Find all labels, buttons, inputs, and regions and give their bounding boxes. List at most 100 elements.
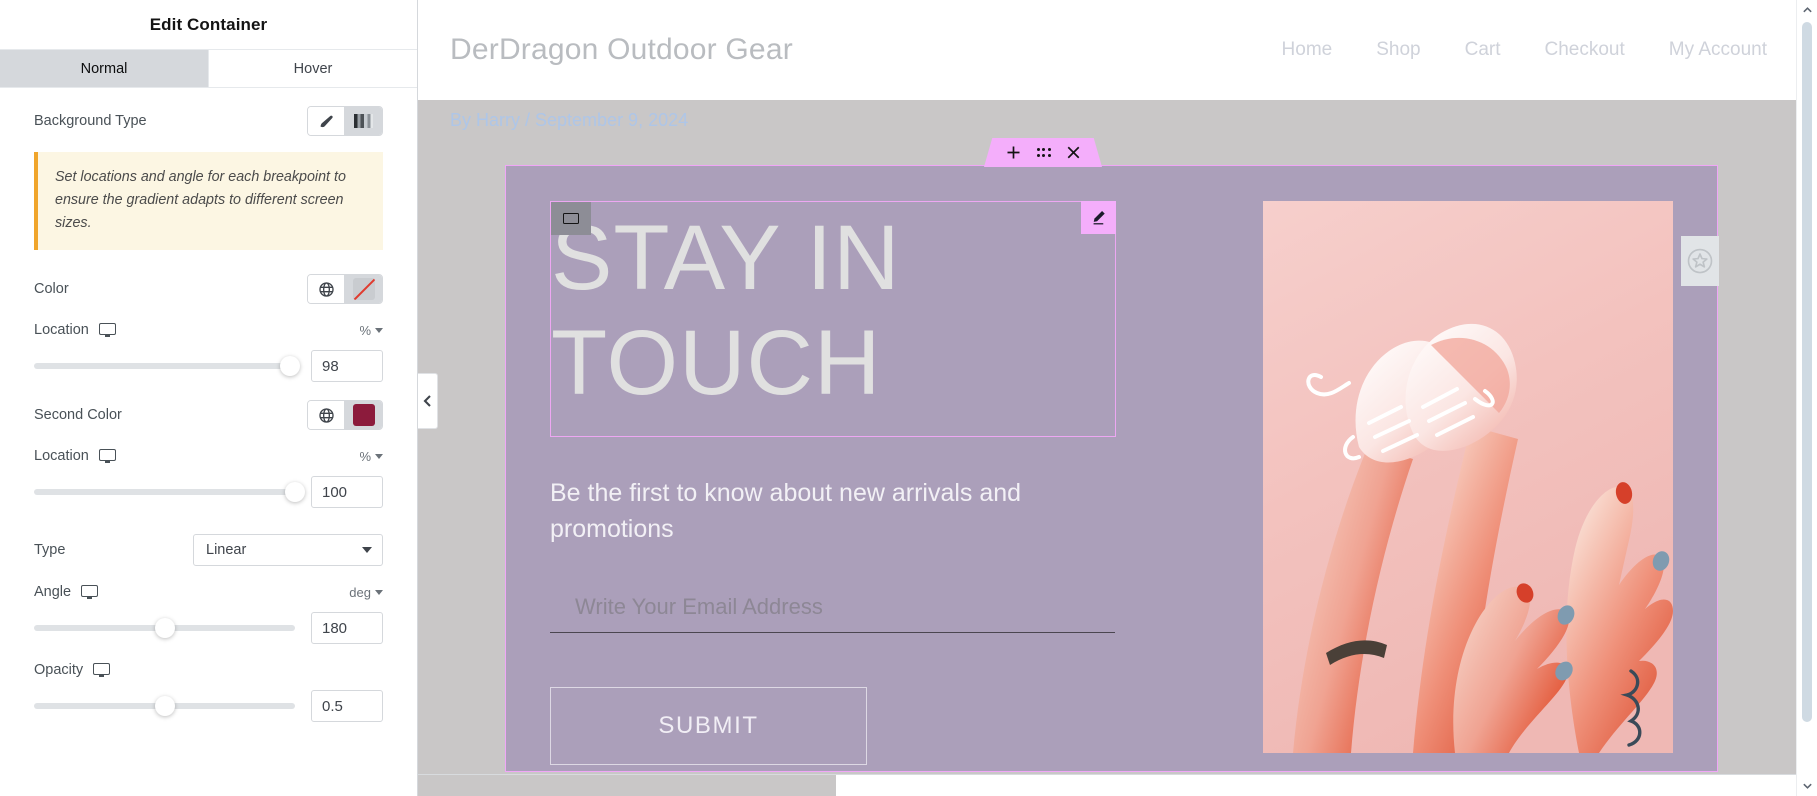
desktop-icon[interactable] (93, 662, 111, 678)
second-color-location-unit-selector[interactable]: % (359, 449, 383, 464)
panel-collapse-handle[interactable] (418, 373, 438, 429)
selected-container[interactable]: STAY IN TOUCH Be the first to know about… (505, 138, 1718, 772)
desktop-icon[interactable] (98, 448, 116, 464)
drag-handle-icon (1036, 146, 1051, 159)
gradient-notice: Set locations and angle for each breakpo… (34, 152, 383, 251)
email-input[interactable]: Write Your Email Address (550, 588, 1115, 633)
angle-input[interactable]: 180 (311, 612, 383, 645)
slider-knob[interactable] (154, 618, 175, 639)
subtitle-text: Be the first to know about new arrivals … (550, 479, 1022, 544)
angle-label-text: Angle (34, 584, 72, 601)
editor-stage: STAY IN TOUCH Be the first to know about… (418, 138, 1817, 796)
opacity-input[interactable]: 0.5 (311, 690, 383, 723)
gradient-type-select[interactable]: Linear (193, 534, 383, 567)
tab-normal[interactable]: Normal (0, 50, 209, 87)
paintbrush-icon (320, 115, 333, 127)
nav-link-my-account[interactable]: My Account (1669, 39, 1767, 61)
angle-unit-selector[interactable]: deg (349, 585, 383, 600)
color-location-input[interactable]: 98 (311, 350, 383, 383)
color-label: Color (34, 281, 69, 298)
nav-link-cart[interactable]: Cart (1465, 39, 1501, 61)
submit-button[interactable]: SUBMIT (550, 686, 867, 765)
close-icon (1067, 146, 1079, 159)
color-global-button[interactable] (308, 275, 345, 304)
color-picker-group (307, 274, 383, 305)
preview-vertical-scrollbar[interactable] (1796, 0, 1817, 796)
globe-icon (318, 408, 334, 423)
container-rect-icon (563, 213, 579, 224)
nav-link-home[interactable]: Home (1282, 39, 1333, 61)
site-logo[interactable]: DerDragon Outdoor Gear (450, 33, 793, 67)
opacity-label: Opacity (34, 662, 111, 679)
drag-handle-button[interactable] (1036, 146, 1051, 159)
control-color-location: Location % (34, 304, 383, 338)
angle-slider-row: 180 (34, 612, 383, 645)
panel-title: Edit Container (149, 14, 268, 34)
color-location-label: Location (34, 322, 116, 338)
second-color-location-input[interactable]: 100 (311, 476, 383, 509)
background-type-gradient-button[interactable] (345, 107, 382, 135)
chevron-down-icon (375, 589, 383, 595)
scroll-up-button[interactable] (1797, 0, 1817, 20)
desktop-icon[interactable] (98, 322, 116, 338)
color-location-slider[interactable] (34, 356, 300, 377)
opacity-slider-row: 0.5 (34, 690, 383, 723)
slider-track (34, 489, 295, 496)
desktop-icon[interactable] (81, 584, 99, 600)
background-type-label: Background Type (34, 113, 147, 129)
email-input-placeholder: Write Your Email Address (575, 593, 823, 619)
control-second-color-location: Location % (34, 430, 383, 464)
sneakers-photo-illustration (1263, 201, 1673, 753)
heading-text: STAY IN TOUCH (551, 207, 901, 414)
chevron-down-icon (1802, 783, 1812, 789)
close-container-button[interactable] (1066, 145, 1081, 160)
add-element-button[interactable] (1006, 145, 1021, 160)
angle-slider[interactable] (34, 618, 295, 639)
widget-type-badge (551, 202, 591, 235)
gradient-bars-icon (354, 114, 373, 128)
preview-bottom-divider (418, 774, 1796, 775)
second-color-label: Second Color (34, 407, 122, 424)
nav-link-checkout[interactable]: Checkout (1545, 39, 1625, 61)
heading-widget[interactable]: STAY IN TOUCH (550, 201, 1116, 437)
chevron-down-icon (375, 453, 383, 459)
second-color-location-label: Location (34, 448, 116, 464)
color-swatch-button[interactable] (345, 275, 382, 304)
favorites-tab[interactable] (1681, 236, 1719, 286)
control-second-color: Second Color (34, 382, 383, 431)
color-location-slider-row: 98 (34, 350, 383, 383)
slider-knob[interactable] (154, 696, 175, 717)
opacity-slider[interactable] (34, 696, 295, 717)
gradient-notice-text: Set locations and angle for each breakpo… (55, 169, 346, 232)
scrollbar-thumb[interactable] (1802, 22, 1812, 722)
second-color-picker-group (307, 400, 383, 431)
second-color-swatch-button[interactable] (345, 401, 382, 430)
second-color-location-slider[interactable] (34, 482, 305, 503)
post-byline: By Harry / September 9, 2024 (450, 109, 689, 130)
edit-heading-button[interactable] (1081, 201, 1116, 234)
container-right-column (1156, 201, 1673, 753)
color-swatch-none-icon (352, 278, 375, 301)
panel-tabs: Normal Hover (0, 50, 417, 88)
pencil-edit-icon (1093, 210, 1105, 225)
background-type-classic-button[interactable] (308, 107, 345, 135)
site-header: DerDragon Outdoor Gear Home Shop Cart Ch… (418, 0, 1817, 100)
color-location-unit-selector[interactable]: % (359, 323, 383, 338)
second-color-location-slider-row: 100 (34, 476, 383, 509)
editor-panel: Edit Container Normal Hover Background T… (0, 0, 418, 796)
nav-link-shop[interactable]: Shop (1376, 39, 1420, 61)
opacity-label-text: Opacity (34, 662, 84, 679)
scroll-down-button[interactable] (1797, 776, 1817, 796)
panel-header: Edit Container (0, 0, 417, 50)
sneakers-photo[interactable] (1263, 201, 1673, 753)
container-left-column: STAY IN TOUCH Be the first to know about… (550, 201, 1116, 765)
tab-hover[interactable]: Hover (209, 50, 417, 87)
slider-knob[interactable] (279, 356, 300, 377)
slider-track (34, 363, 295, 370)
control-opacity: Opacity (34, 644, 383, 678)
slider-knob[interactable] (285, 482, 305, 503)
second-color-global-button[interactable] (308, 401, 345, 430)
angle-label: Angle (34, 584, 99, 601)
chevron-up-icon (1802, 7, 1812, 13)
control-color: Color (34, 256, 383, 305)
